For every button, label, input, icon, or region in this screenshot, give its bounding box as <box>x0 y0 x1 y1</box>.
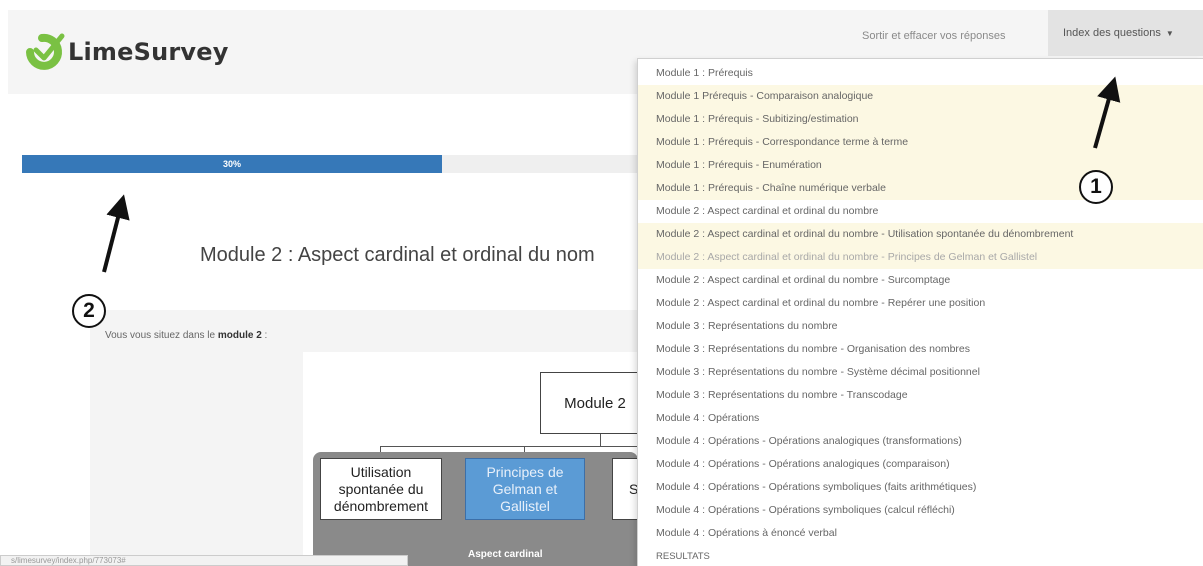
limesurvey-logo[interactable]: LimeSurvey <box>22 32 229 72</box>
intro-module: module 2 <box>217 330 262 341</box>
progress-bar: 30% <box>22 155 662 173</box>
connector-vertical <box>600 434 601 446</box>
intro-text: Vous vous situez dans le module 2 : <box>105 330 267 341</box>
question-index-item[interactable]: Module 4 : Opérations - Opérations analo… <box>638 430 1203 453</box>
question-index-item[interactable]: Module 4 : Opérations - Opérations symbo… <box>638 476 1203 499</box>
question-index-item[interactable]: Module 2 : Aspect cardinal et ordinal du… <box>638 200 1203 223</box>
page-title: Module 2 : Aspect cardinal et ordinal du… <box>200 244 595 266</box>
intro-suffix: : <box>261 330 268 341</box>
question-index-item[interactable]: Module 4 : Opérations à énoncé verbal <box>638 522 1203 545</box>
exit-clear-link[interactable]: Sortir et effacer vos réponses <box>862 30 1005 42</box>
question-index-item[interactable]: Module 3 : Représentations du nombre - T… <box>638 384 1203 407</box>
annotation-number-2: 2 <box>72 294 106 328</box>
question-index-item[interactable]: Module 3 : Représentations du nombre - S… <box>638 361 1203 384</box>
progress-fill: 30% <box>22 155 442 173</box>
logo-text: LimeSurvey <box>68 38 229 66</box>
caret-down-icon: ▼ <box>1165 28 1174 38</box>
question-index-item[interactable]: Module 2 : Aspect cardinal et ordinal du… <box>638 223 1203 246</box>
diagram-group-label: Aspect cardinal <box>468 549 543 560</box>
question-index-item[interactable]: Module 1 : Prérequis - Subitizing/estima… <box>638 108 1203 131</box>
question-index-item[interactable]: RESULTATS <box>638 545 1203 566</box>
question-index-item[interactable]: Module 1 : Prérequis - Enumération <box>638 154 1203 177</box>
question-index-item[interactable]: Module 4 : Opérations - Opérations analo… <box>638 453 1203 476</box>
diagram-box-utilisation: Utilisation spontanée du dénombrement <box>320 458 442 520</box>
question-index-item[interactable]: Module 3 : Représentations du nombre - O… <box>638 338 1203 361</box>
arrow-2-icon <box>102 194 130 273</box>
browser-status-bar: s/limesurvey/index.php/773073# <box>0 555 408 566</box>
diagram-root-box: Module 2 <box>540 372 650 434</box>
question-index-label: Index des questions <box>1063 27 1161 39</box>
question-index-item[interactable]: Module 1 Prérequis - Comparaison analogi… <box>638 85 1203 108</box>
intro-prefix: Vous vous situez dans le <box>105 330 218 341</box>
question-index-button[interactable]: Index des questions ▼ <box>1048 10 1203 56</box>
connector-horizontal <box>380 446 638 447</box>
question-index-menu: Module 1 : Prérequis Module 1 Prérequis -… <box>637 58 1203 566</box>
lime-logo-icon <box>26 33 65 70</box>
question-index-item[interactable]: Module 3 : Représentations du nombre <box>638 315 1203 338</box>
question-index-item[interactable]: Module 4 : Opérations - Opérations symbo… <box>638 499 1203 522</box>
question-index-item[interactable]: Module 1 : Prérequis - Chaîne numérique … <box>638 177 1203 200</box>
question-index-item[interactable]: Module 2 : Aspect cardinal et ordinal du… <box>638 292 1203 315</box>
annotation-number-1: 1 <box>1079 170 1113 204</box>
question-index-item[interactable]: Module 1 : Prérequis - Correspondance te… <box>638 131 1203 154</box>
diagram-box-principes: Principes de Gelman et Gallistel <box>465 458 585 520</box>
question-index-item[interactable]: Module 2 : Aspect cardinal et ordinal du… <box>638 246 1203 269</box>
question-index-item[interactable]: Module 1 : Prérequis <box>638 62 1203 85</box>
question-index-item[interactable]: Module 2 : Aspect cardinal et ordinal du… <box>638 269 1203 292</box>
question-index-item[interactable]: Module 4 : Opérations <box>638 407 1203 430</box>
